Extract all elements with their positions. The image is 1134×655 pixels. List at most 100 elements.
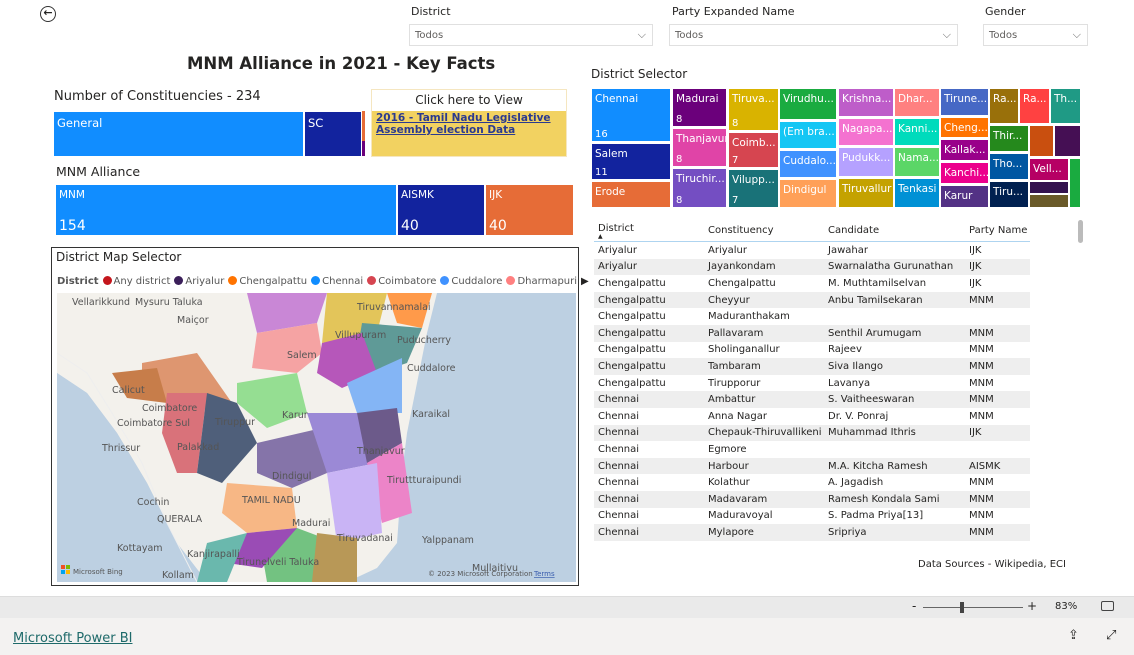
table-row[interactable]: Chennai Chepauk-Thiruvallikeni Muhammad It…	[594, 424, 1030, 442]
segment-other[interactable]	[362, 111, 365, 141]
treemap-tile[interactable]: Tirune...	[940, 88, 989, 116]
table-row[interactable]: Chennai Maduravoyal S. Padma Priya[13] MNM	[594, 508, 1030, 525]
segment-mnm[interactable]: MNM 154	[55, 184, 397, 236]
treemap-tile[interactable]: (Em bra...	[779, 121, 837, 149]
table-row[interactable]: Chengalpattu Tirupporur Lavanya MNM	[594, 375, 1030, 392]
fullscreen-icon[interactable]: ⤢	[1106, 628, 1116, 643]
treemap-tile[interactable]: Kallak...	[940, 139, 989, 161]
terms-link[interactable]: Terms	[533, 570, 555, 578]
legend-item[interactable]: Any district	[102, 276, 170, 287]
treemap-tile[interactable]: Kanni...	[894, 118, 940, 146]
treemap-tile[interactable]	[1054, 125, 1081, 157]
table-row[interactable]: Chengalpattu Chengalpattu M. Muthtamilselv…	[594, 275, 1030, 292]
treemap-tile[interactable]: Tho...	[989, 153, 1029, 180]
treemap-tile[interactable]: Dindigul	[779, 179, 837, 208]
table-row[interactable]: Chengalpattu Sholinganallur Rajeev MNM	[594, 342, 1030, 359]
treemap-tile[interactable]: Vilupp... 7	[728, 169, 779, 208]
treemap-tile[interactable]: Krishna...	[838, 88, 894, 117]
fit-to-page-icon[interactable]	[1101, 601, 1114, 611]
back-button[interactable]: ←	[40, 6, 56, 22]
treemap-tile[interactable]: Virudhu...	[779, 88, 837, 120]
tile-value: 7	[732, 195, 739, 206]
treemap-tile[interactable]	[1029, 125, 1054, 157]
legend-next-arrow-icon[interactable]: ▶	[581, 276, 589, 287]
treemap-tile[interactable]: Coimb... 7	[728, 132, 779, 168]
treemap-tile[interactable]: Salem 11	[591, 143, 671, 180]
table-row[interactable]: Ariyalur Ariyalur Jawahar IJK	[594, 242, 1030, 259]
tile-label: Nama...	[898, 152, 939, 164]
table-row[interactable]: Chennai Anna Nagar Dr. V. Ponraj MNM	[594, 408, 1030, 425]
map-place-label: Vellarikkund	[72, 297, 130, 308]
treemap-tile[interactable]: Cheng...	[940, 117, 989, 138]
tile-value: 8	[676, 114, 683, 125]
column-header-candidate[interactable]: Candidate	[828, 225, 969, 236]
legend-item[interactable]: Coimbatore	[367, 276, 436, 287]
treemap-tile[interactable]: Tiruchir... 8	[672, 168, 727, 208]
legend-item[interactable]: Chengalpattu	[228, 276, 307, 287]
treemap-tile[interactable]: Kanchi...	[940, 162, 989, 184]
table-scrollbar[interactable]	[1078, 220, 1083, 243]
tile-label: Tiruvallur	[842, 183, 892, 195]
power-bi-link[interactable]: Microsoft Power BI	[13, 631, 132, 646]
segment-st[interactable]	[362, 141, 365, 156]
table-row[interactable]: Chengalpattu Maduranthakam	[594, 308, 1030, 325]
treemap-tile[interactable]: Ra...	[989, 88, 1019, 124]
treemap-tile[interactable]: Thir...	[989, 125, 1029, 152]
legend-item[interactable]: Cuddalore	[440, 276, 502, 287]
segment-general[interactable]: General	[53, 111, 304, 157]
treemap-tile[interactable]: Tiruva... 8	[728, 88, 779, 131]
treemap-tile[interactable]: Th...	[1050, 88, 1081, 124]
segment-aismk[interactable]: AISMK 40	[397, 184, 485, 236]
treemap-tile[interactable]	[1069, 158, 1081, 208]
zoom-out-button[interactable]: -	[912, 599, 916, 613]
treemap-tile[interactable]: Thanjavur 8	[672, 128, 727, 167]
treemap-tile[interactable]: Ra...	[1019, 88, 1050, 124]
table-row[interactable]: Chennai Madavaram Ramesh Kondala Sami MNM	[594, 490, 1030, 508]
treemap-tile[interactable]	[1029, 181, 1069, 194]
table-cell: Madavaram	[708, 493, 768, 505]
table-row[interactable]: Chennai Ambattur S. Vaitheeswaran MNM	[594, 391, 1030, 408]
treemap-tile[interactable]: Tenkasi	[894, 178, 940, 208]
treemap-tile[interactable]: Tiru...	[989, 181, 1029, 208]
treemap-tile[interactable]: Chennai 16	[591, 88, 671, 142]
column-header-district[interactable]: District ▲	[598, 223, 708, 240]
treemap-tile[interactable]: Cuddalo...	[779, 150, 837, 178]
party-dropdown[interactable]: Todos ⌵	[669, 24, 958, 46]
legend-item[interactable]: Chennai	[311, 276, 363, 287]
treemap-tile[interactable]: Madurai 8	[672, 88, 727, 127]
column-header-constituency[interactable]: Constituency	[708, 225, 828, 236]
link-card[interactable]: Click here to View 2016 - Tamil Nadu Leg…	[371, 89, 567, 157]
treemap-tile[interactable]: Karur	[940, 185, 989, 208]
gender-dropdown[interactable]: Todos ⌵	[983, 24, 1088, 46]
constituencies-label: Number of Constituencies - 234	[54, 89, 261, 104]
column-header-party[interactable]: Party Name	[969, 225, 1029, 236]
treemap-tile[interactable]: Nagapa...	[838, 118, 894, 146]
district-dropdown[interactable]: Todos ⌵	[409, 24, 653, 46]
legend-item[interactable]: Dharmapuri	[506, 276, 577, 287]
map-canvas[interactable]: Vellarikkund Mysuru Taluka Maiçor Salem Tiru…	[57, 293, 576, 582]
treemap-tile[interactable]: Vell...	[1029, 158, 1069, 181]
zoom-slider-thumb[interactable]	[960, 602, 964, 613]
table-row[interactable]: Chengalpattu Cheyyur Anbu Tamilsekaran MNM	[594, 291, 1030, 309]
table-row[interactable]: Chennai Harbour M.A. Kitcha Ramesh AISMK	[594, 457, 1030, 475]
treemap-tile[interactable]: Dhar...	[894, 88, 940, 117]
table-row[interactable]: Chennai Egmore	[594, 441, 1030, 458]
election-data-link[interactable]: 2016 - Tamil Nadu Legislative Assembly e…	[372, 111, 566, 137]
table-row[interactable]: Chennai Mylapore Sripriya MNM	[594, 524, 1030, 541]
segment-ijk[interactable]: IJK 40	[485, 184, 574, 236]
segment-sc[interactable]: SC	[304, 111, 362, 157]
treemap-tile[interactable]: Nama...	[894, 147, 940, 177]
share-icon[interactable]: ⇪	[1068, 628, 1079, 643]
treemap-tile[interactable]	[1029, 194, 1069, 208]
table-row[interactable]: Ariyalur Jayankondam Swarnalatha Gurunatha…	[594, 258, 1030, 276]
treemap-tile[interactable]: Tiruvallur	[838, 178, 894, 208]
table-row[interactable]: Chengalpattu Tambaram Siva Ilango MNM	[594, 358, 1030, 375]
table-row[interactable]: Chengalpattu Pallavaram Senthil Arumugam MN…	[594, 324, 1030, 342]
zoom-slider[interactable]	[923, 607, 1023, 608]
legend-item[interactable]: Ariyalur	[174, 276, 224, 287]
zoom-in-button[interactable]: +	[1027, 599, 1037, 613]
treemap-tile[interactable]: Erode	[591, 181, 671, 208]
treemap-tile[interactable]: Pudukk...	[838, 147, 894, 177]
table-row[interactable]: Chennai Kolathur A. Jagadish MNM	[594, 474, 1030, 491]
district-filter-label: District	[411, 5, 451, 18]
